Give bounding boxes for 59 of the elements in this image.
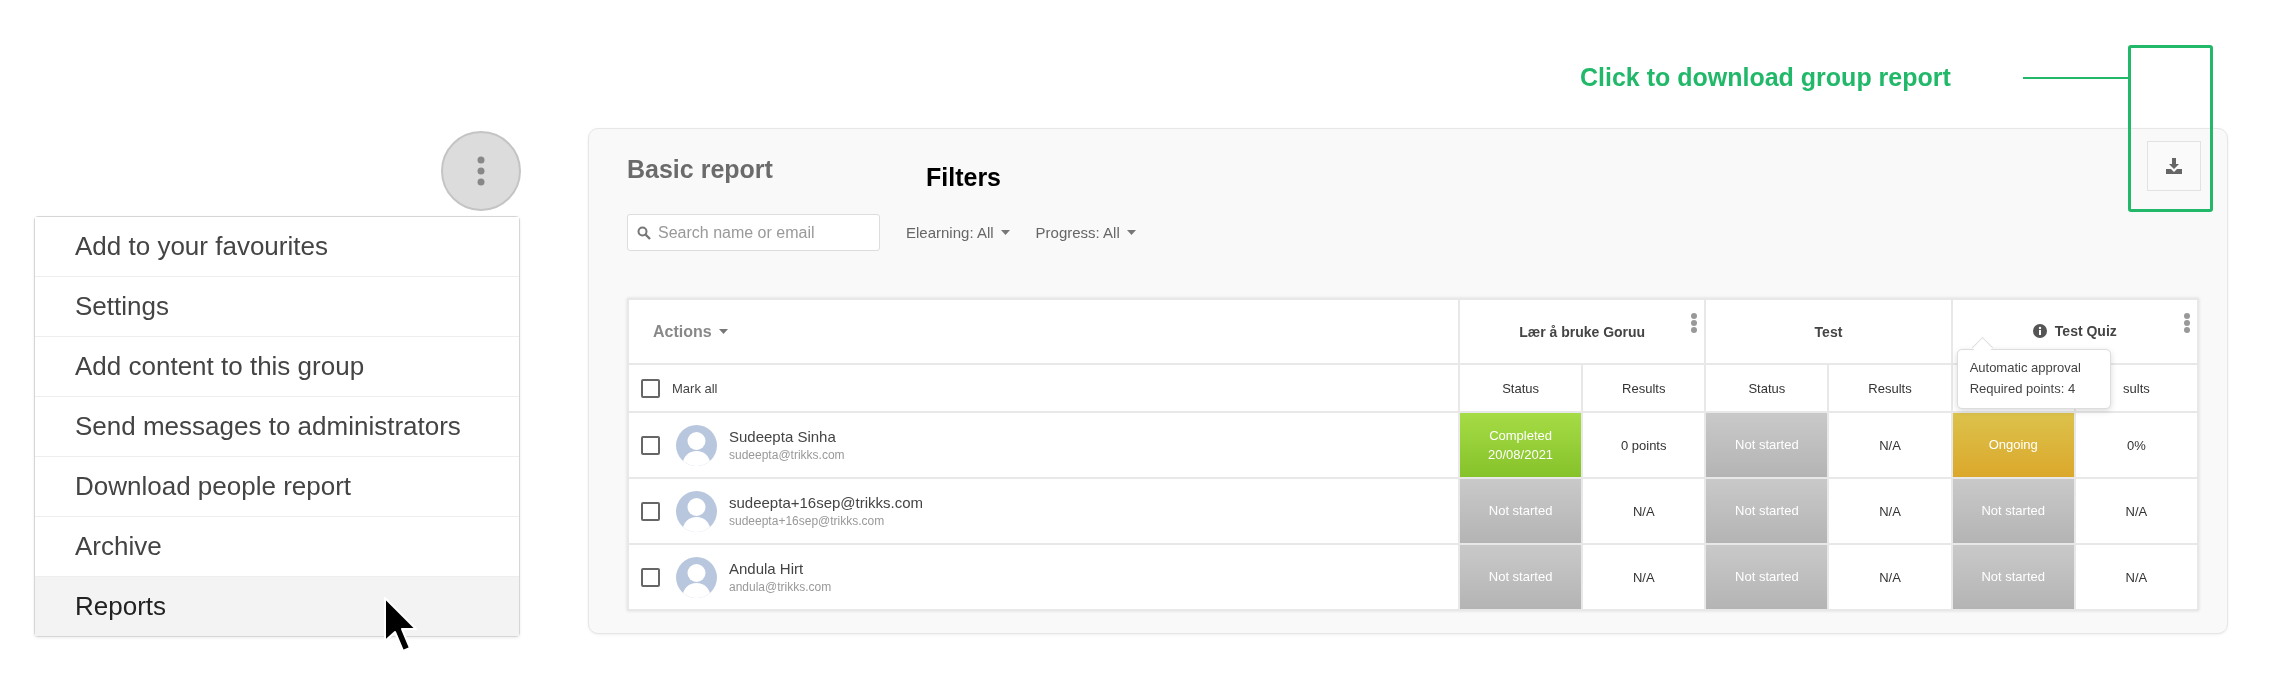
person-name: Andula Hirt: [729, 560, 805, 577]
filter-dropdown[interactable]: Progress: All: [1035, 224, 1136, 241]
menu-item[interactable]: Add to your favourites: [35, 217, 519, 277]
status-cell: Not started: [1951, 478, 2075, 544]
status-cell: Not started: [1459, 478, 1583, 544]
search-icon: [637, 226, 651, 240]
menu-item[interactable]: Download people report: [35, 457, 519, 517]
annotation-text: Filters: [926, 163, 1002, 192]
result-cell: N/A: [2074, 544, 2198, 610]
checkbox[interactable]: [641, 378, 660, 398]
download-icon: [2165, 157, 2183, 175]
search-field[interactable]: Search name or email: [627, 214, 880, 251]
tooltip: Automatic approval Required points: 4: [1956, 349, 2111, 409]
caret-icon: [718, 329, 728, 334]
download-button[interactable]: [2147, 141, 2201, 191]
result-cell: 0%: [2074, 412, 2198, 478]
avatar-silhouette-icon: [676, 556, 717, 598]
caret-icon: [1126, 230, 1136, 235]
menu-item[interactable]: Add content to this group: [35, 337, 519, 397]
result-cell: N/A: [1828, 544, 1952, 610]
mark-all-label: Mark all: [672, 380, 718, 396]
column-header: Results: [1828, 364, 1952, 412]
actions-dropdown[interactable]: Actions: [653, 322, 728, 341]
status-cell: Not started: [1705, 478, 1829, 544]
person-email: sudeepta+16sep@trikks.com: [729, 514, 886, 528]
person-name: sudeepta+16sep@trikks.com: [729, 494, 924, 511]
checkbox[interactable]: [641, 435, 660, 455]
checkbox[interactable]: [641, 567, 660, 587]
person-name: Sudeepta Sinha: [729, 428, 837, 445]
result-cell: N/A: [1828, 478, 1952, 544]
menu-item[interactable]: Reports: [35, 577, 519, 636]
result-cell: N/A: [1828, 412, 1952, 478]
status-cell: Not started: [1705, 412, 1829, 478]
menu-item[interactable]: Settings: [35, 277, 519, 337]
info-icon: [2032, 323, 2047, 338]
column-group-title: Test: [1814, 323, 1843, 340]
avatar-silhouette-icon: [676, 490, 717, 532]
person-email: andula@trikks.com: [729, 580, 832, 594]
status-cell: Ongoing: [1951, 412, 2075, 478]
status-cell: Not started: [1459, 544, 1583, 610]
kebab-icon[interactable]: [1690, 312, 1699, 334]
kebab-icon: [477, 156, 485, 186]
column-group-title: Test Quiz: [2054, 322, 2117, 339]
caret-icon: [1000, 230, 1010, 235]
filter-dropdown[interactable]: Elearning: All: [906, 224, 1010, 241]
status-cell: Not started: [1951, 544, 2075, 610]
column-header: Results: [1582, 364, 1706, 412]
checkbox[interactable]: [641, 501, 660, 521]
status-cell: Completed 20/08/2021: [1459, 412, 1583, 478]
report-title: Basic report: [627, 155, 774, 184]
column-group-title: Lær å bruke Goruu: [1519, 323, 1646, 340]
result-cell: N/A: [2074, 478, 2198, 544]
person-email: sudeepta@trikks.com: [729, 448, 845, 462]
kebab-icon[interactable]: [2183, 312, 2191, 334]
status-cell: Not started: [1705, 544, 1829, 610]
avatar-silhouette-icon: [676, 424, 717, 466]
menu-item[interactable]: Archive: [35, 517, 519, 577]
menu-item[interactable]: Send messages to administrators: [35, 397, 519, 457]
annotation-text: Click to download group report: [1580, 63, 1951, 92]
